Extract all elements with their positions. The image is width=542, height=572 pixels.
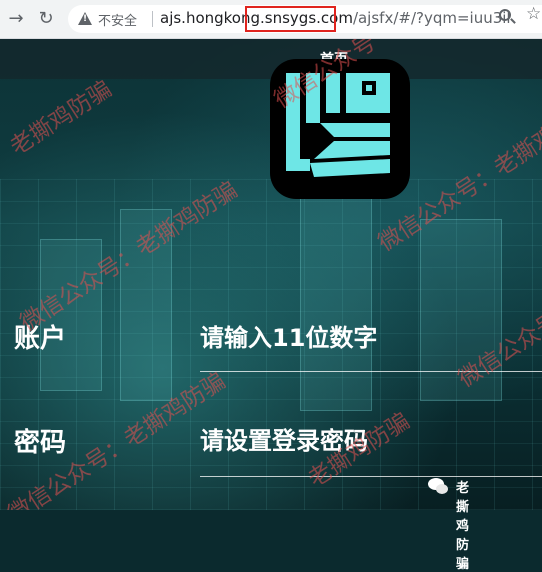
zoom-icon[interactable]: [499, 9, 511, 21]
city-tower: [300, 189, 372, 411]
url-suffix: /ajsfx/#/?yqm=iuu3il: [352, 9, 511, 27]
separator: [152, 11, 153, 27]
password-label: 密码: [14, 428, 67, 458]
url-highlight-box: [245, 6, 336, 32]
security-label[interactable]: 不安全: [98, 10, 137, 29]
warning-icon: [78, 12, 92, 25]
arrow-right-icon[interactable]: →: [4, 7, 28, 31]
reload-icon[interactable]: ↻: [34, 7, 58, 31]
wechat-account-name: 老撕鸡防骗: [456, 481, 470, 572]
browser-toolbar: → ↻ 不安全 ajs.hongkong.snsygs.com/ajsfx/#/…: [0, 0, 542, 39]
watermark: 老撕鸡防骗: [5, 76, 117, 161]
page-content: 首页 账户 请输入11位数字 密码 请设置登录密码 老撕鸡防骗 微信公众号 微信…: [0, 39, 542, 510]
password-input-underline: [200, 476, 542, 477]
star-icon[interactable]: ☆: [526, 4, 541, 24]
wechat-icon: [428, 478, 448, 494]
account-input[interactable]: 请输入11位数字: [200, 318, 377, 353]
